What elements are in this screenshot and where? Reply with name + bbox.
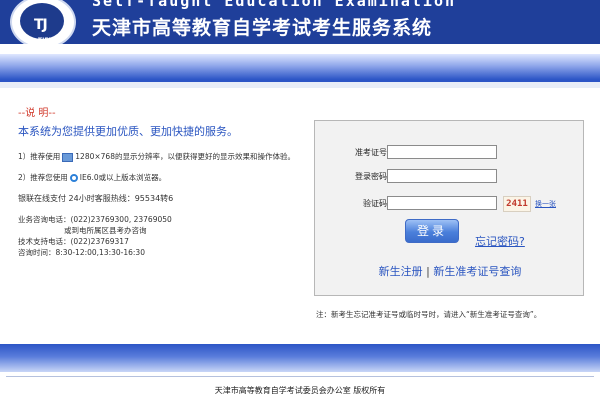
instructions-title: --说 明-- bbox=[18, 108, 56, 119]
password-input[interactable] bbox=[387, 169, 497, 183]
new-student-register-link[interactable]: 新生注册 bbox=[379, 265, 423, 278]
captcha-row: 验证码： 2411 换一张 bbox=[315, 196, 585, 212]
copyright-footer: 天津市高等教育自学考试委员会办公室 版权所有 bbox=[214, 386, 386, 395]
intro-text: 本系统为您提供更加优质、更加快捷的服务。 bbox=[18, 125, 238, 138]
password-label: 登录密码： bbox=[355, 172, 395, 181]
captcha-label: 验证码： bbox=[363, 199, 395, 208]
resolution-tip: 1）推荐使用 1280×768的显示分辨率，以便获得更好的显示效果和操作体验。 bbox=[18, 152, 295, 162]
browser-tip: 2）推荐您使用 IE6.0或以上版本浏览器。 bbox=[18, 173, 167, 182]
ticket-number-query-link[interactable]: 新生准考证号查询 bbox=[433, 265, 521, 278]
login-button[interactable]: 登录 bbox=[405, 219, 459, 243]
ticket-number-input[interactable] bbox=[387, 145, 497, 159]
refresh-captcha-link[interactable]: 换一张 bbox=[535, 199, 556, 209]
login-panel: 准考证号： 登录密码： 验证码： 2411 换一张 登录 忘记密码? 新生注册 … bbox=[314, 120, 584, 296]
header-banner: TJ TJEEA Self-Taught Education Examinati… bbox=[0, 0, 600, 44]
payment-hotline: 银联在线支付 24小时客服热线：95534转6 bbox=[18, 194, 174, 203]
bottom-gradient-band bbox=[0, 344, 600, 372]
forgot-password-link[interactable]: 忘记密码? bbox=[475, 233, 525, 249]
ie-browser-icon bbox=[69, 174, 78, 182]
ticket-number-label: 准考证号： bbox=[355, 148, 395, 157]
ticket-row: 准考证号： bbox=[315, 145, 585, 161]
login-note: 注：新考生忘记准考证号或临时号时，请进入“新生准考证号查询”。 bbox=[316, 310, 542, 319]
footer-divider bbox=[6, 376, 594, 377]
instructions-section: --说 明-- 本系统为您提供更加优质、更加快捷的服务。 1）推荐使用 1280×… bbox=[18, 104, 298, 258]
exam-authority-logo: TJ TJEEA bbox=[10, 0, 76, 44]
captcha-image[interactable]: 2411 bbox=[503, 196, 531, 212]
contact-info: 业务咨询电话：(022)23769300, 23769050 或到电所属区县考办… bbox=[18, 215, 172, 257]
system-title-english: Self-Taught Education Examination bbox=[92, 0, 457, 10]
monitor-icon bbox=[62, 152, 74, 162]
password-row: 登录密码： bbox=[315, 169, 585, 185]
system-title: 天津市高等教育自学考试考生服务系统 bbox=[92, 17, 433, 39]
top-gradient-band bbox=[0, 54, 600, 88]
captcha-input[interactable] bbox=[387, 196, 497, 210]
registration-links: 新生注册 | 新生准考证号查询 bbox=[378, 265, 522, 278]
